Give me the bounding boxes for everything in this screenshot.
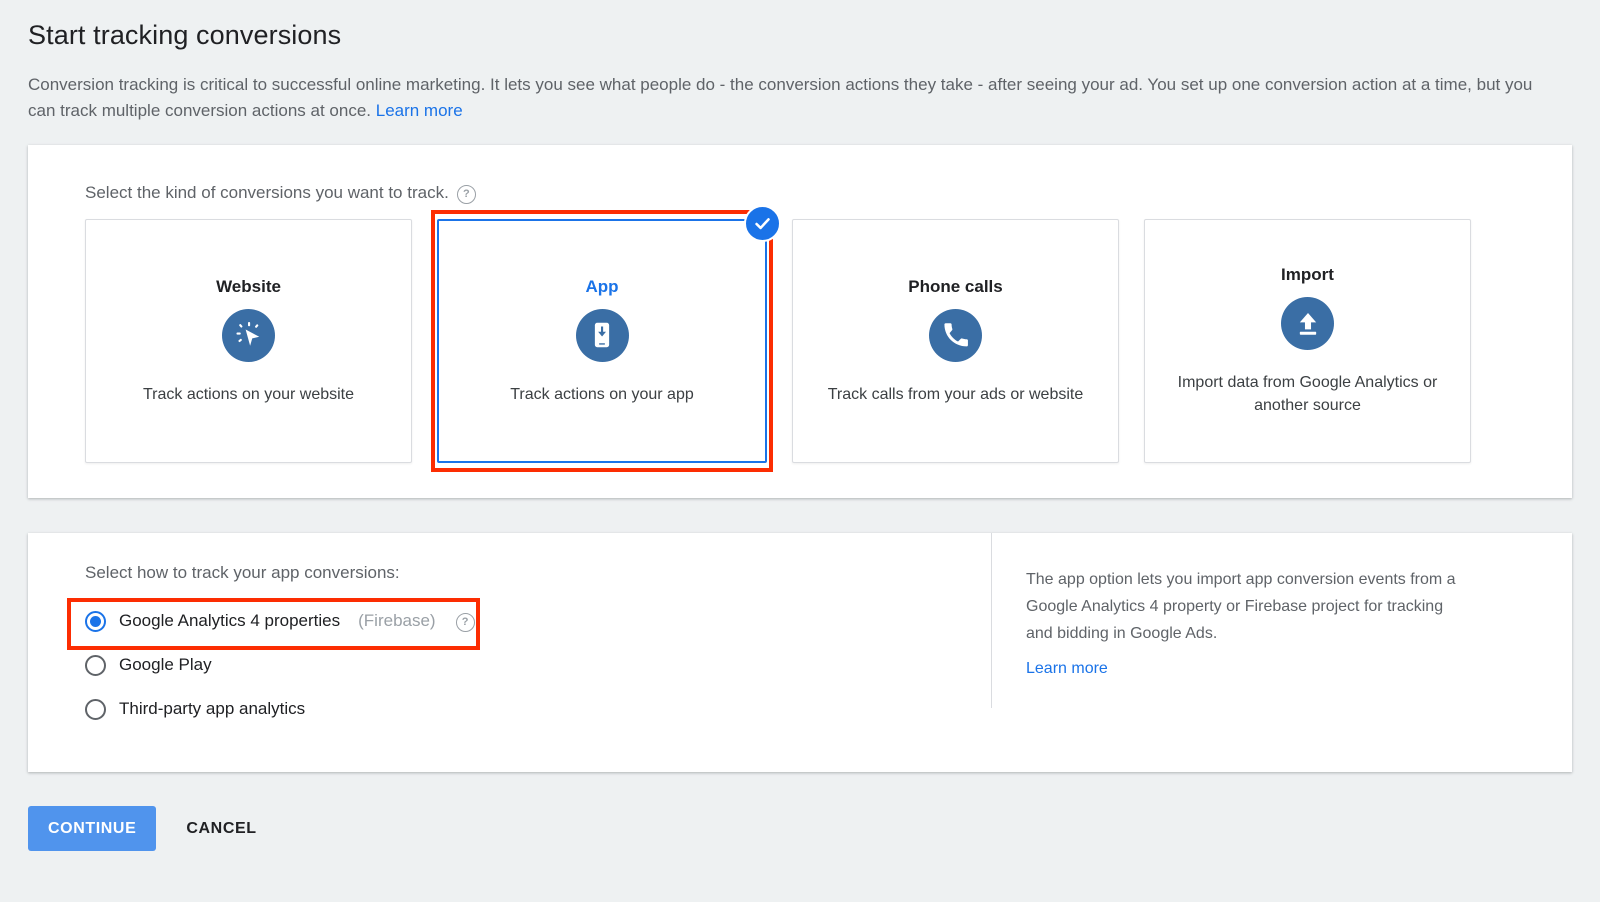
tracking-method-learn-more-link[interactable]: Learn more: [1026, 660, 1108, 677]
help-circle-icon-ga4[interactable]: ?: [456, 613, 475, 632]
conversion-card-import-title: Import: [1281, 265, 1334, 285]
conversion-card-phone-calls[interactable]: Phone calls Track calls from your ads or…: [792, 219, 1119, 463]
conversion-card-app-description: Track actions on your app: [510, 383, 694, 406]
tracking-method-label: Select how to track your app conversions…: [85, 563, 991, 583]
radio-sublabel-ga4: (Firebase): [358, 611, 435, 631]
tracking-method-options: Select how to track your app conversions…: [28, 533, 991, 772]
conversion-setup-page: Start tracking conversions Conversion tr…: [0, 0, 1600, 902]
page-description-text: Conversion tracking is critical to succe…: [28, 75, 1532, 120]
cancel-button[interactable]: CANCEL: [170, 806, 272, 851]
upload-icon: [1281, 297, 1334, 350]
conversion-card-phone-calls-description: Track calls from your ads or website: [828, 383, 1083, 406]
tracking-method-panel: Select how to track your app conversions…: [28, 533, 1572, 772]
cursor-click-icon: [222, 309, 275, 362]
radio-label-ga4: Google Analytics 4 properties: [119, 611, 340, 631]
conversion-card-website-title: Website: [216, 277, 281, 297]
radio-label-third-party: Third-party app analytics: [119, 699, 305, 719]
continue-button[interactable]: CONTINUE: [28, 806, 156, 851]
radio-indicator-google-play[interactable]: [85, 655, 106, 676]
tracking-method-info: The app option lets you import app conve…: [991, 533, 1572, 708]
conversion-card-app-title: App: [585, 277, 618, 297]
phone-icon: [929, 309, 982, 362]
conversion-card-app[interactable]: App Track actions on your app: [437, 219, 767, 463]
conversion-kind-card-row: Website Track actions on your websit: [28, 203, 1572, 463]
check-circle-icon: [744, 205, 781, 242]
conversion-kind-panel: Select the kind of conversions you want …: [28, 145, 1572, 498]
tracking-method-info-text: The app option lets you import app conve…: [1026, 566, 1471, 647]
radio-label-google-play: Google Play: [119, 655, 212, 675]
footer-actions: CONTINUE CANCEL: [28, 806, 273, 851]
conversion-card-import[interactable]: Import Import data from Google Analytics…: [1144, 219, 1471, 463]
radio-option-google-play[interactable]: Google Play: [85, 643, 490, 687]
tracking-method-radio-group: Google Analytics 4 properties (Firebase)…: [85, 599, 991, 731]
page-header: Start tracking conversions Conversion tr…: [0, 0, 1600, 124]
conversion-card-phone-calls-title: Phone calls: [908, 277, 1002, 297]
radio-indicator-ga4[interactable]: [85, 611, 106, 632]
page-description: Conversion tracking is critical to succe…: [28, 72, 1558, 124]
conversion-card-website-description: Track actions on your website: [143, 383, 354, 406]
conversion-card-website[interactable]: Website Track actions on your websit: [85, 219, 412, 463]
conversion-kind-label: Select the kind of conversions you want …: [85, 183, 449, 203]
radio-option-third-party[interactable]: Third-party app analytics: [85, 687, 490, 731]
conversion-card-import-description: Import data from Google Analytics or ano…: [1158, 371, 1458, 417]
radio-indicator-third-party[interactable]: [85, 699, 106, 720]
header-learn-more-link[interactable]: Learn more: [376, 101, 463, 120]
page-title: Start tracking conversions: [28, 18, 1572, 52]
help-circle-icon[interactable]: ?: [457, 185, 476, 204]
tracking-method-inner: Select how to track your app conversions…: [28, 533, 1572, 772]
mobile-download-icon: [576, 309, 629, 362]
radio-option-ga4-properties[interactable]: Google Analytics 4 properties (Firebase)…: [85, 599, 490, 643]
conversion-kind-label-row: Select the kind of conversions you want …: [28, 145, 1572, 203]
